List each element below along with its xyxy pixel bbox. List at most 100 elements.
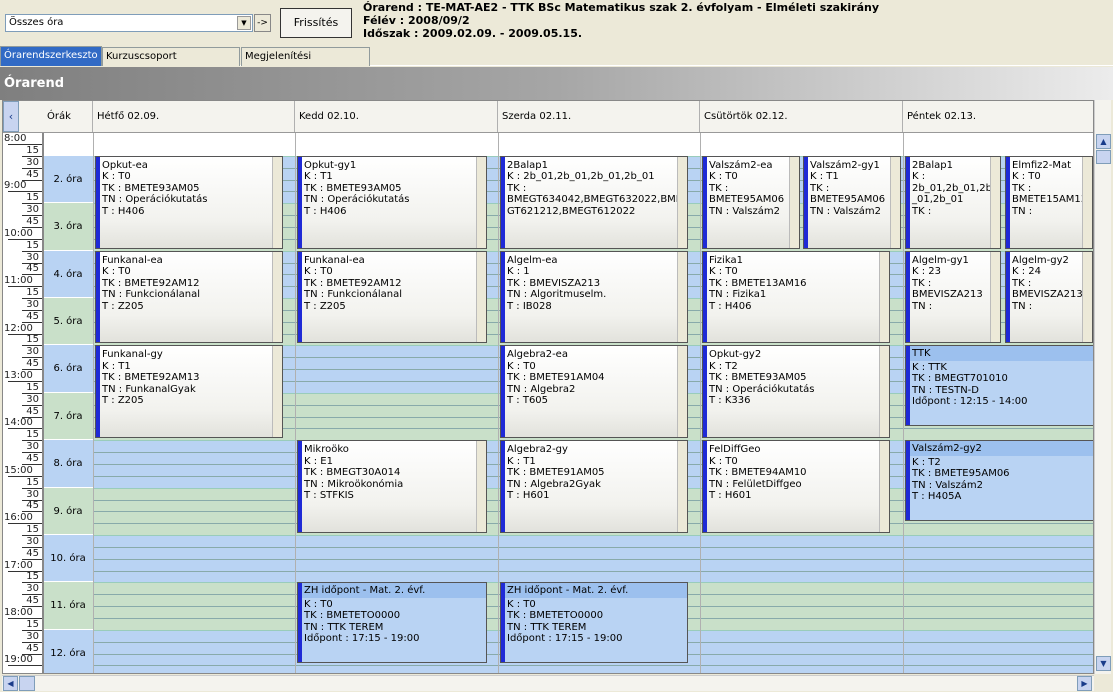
event-block[interactable]: Algelm-gy2 K : 24 TK : BMEVISZA213 TN : [1005, 250, 1093, 344]
section-title: Órarend [0, 67, 1113, 100]
time-label: 9:00 [4, 180, 27, 192]
event-detail: T : Z205 [304, 300, 346, 312]
event-scrollbar[interactable] [476, 156, 486, 248]
time-label: 45 [26, 500, 39, 512]
event-block[interactable]: Valszám2-ea K : T0 TK : BMETE95AM06 TN : Val… [702, 155, 800, 249]
event-detail: BMEVISZA213 [912, 289, 983, 301]
event-scrollbar[interactable] [677, 346, 687, 438]
event-block[interactable]: Algebra2-gy K : T1 TK : BMETE91AM05 TN : Al… [500, 440, 688, 534]
event-title: Valszám2-ea [709, 159, 773, 171]
timetable-grid: ‹ Órák Hétfő 02.09. Kedd 02.10. Szerda 02.11… [2, 100, 1094, 674]
event-block[interactable]: FelDiffGeo K : T0 TK : BMETE94AM10 TN : Fel… [702, 440, 890, 534]
time-label: 17:00 [4, 559, 33, 571]
event-block[interactable]: TTK K : TTK TK : BMEGT701010 TN : TESTN-D Id… [905, 345, 1093, 427]
event-block[interactable]: Algelm-gy1 K : 23 TK : BMEVISZA213 TN : [905, 250, 1001, 344]
event-scrollbar[interactable] [879, 441, 889, 533]
event-detail: TK : BMETE92AM13 [102, 372, 200, 384]
go-button[interactable]: -> [254, 14, 271, 32]
event-detail: T : Z205 [102, 395, 144, 407]
event-scrollbar[interactable] [476, 251, 486, 343]
chevron-left-icon[interactable]: ‹ [3, 101, 19, 132]
event-block[interactable]: Valszám2-gy1 K : T1 TK : BMETE95AM06 TN : Va… [803, 155, 901, 249]
event-scrollbar[interactable] [677, 156, 687, 248]
event-scrollbar[interactable] [990, 251, 1000, 343]
tab-display-settings[interactable]: Megjelenítési beállítások [241, 47, 370, 79]
event-detail: T : STFKIS [304, 490, 354, 502]
event-scrollbar[interactable] [476, 441, 486, 533]
event-title: Algelm-gy1 [912, 254, 969, 266]
event-block[interactable]: Funkanal-gy K : T1 TK : BMETE92AM13 TN : Fu… [95, 345, 283, 439]
scroll-up-icon[interactable]: ▲ [1096, 134, 1111, 149]
time-label: 45 [26, 547, 39, 559]
time-label: 30 [26, 583, 39, 595]
app-window: Összes óra ▼ -> Frissítés Órarend : TE-M… [0, 0, 1113, 692]
event-scrollbar[interactable] [677, 251, 687, 343]
event-block[interactable]: Funkanal-ea K : T0 TK : BMETE92AM12 TN : Fu… [297, 250, 487, 344]
time-label: 16:00 [4, 512, 33, 524]
event-scrollbar[interactable] [1082, 156, 1092, 248]
event-detail: TK : [810, 182, 830, 194]
event-detail: K : T2 [912, 456, 941, 468]
vertical-scrollbar[interactable]: ▲ ▼ [1094, 100, 1111, 674]
event-block[interactable]: Elmfiz2-Mat K : T0 TK : BMETE15AM13 TN : [1005, 155, 1093, 249]
event-detail: TN : Fizika1 [709, 289, 767, 301]
event-scrollbar[interactable] [272, 156, 282, 248]
event-detail: K : T1 [810, 171, 839, 183]
event-block[interactable]: Opkut-ea K : T0 TK : BMETE93AM05 TN : Operá… [95, 155, 283, 249]
event-scrollbar[interactable] [272, 346, 282, 438]
event-block[interactable]: Fizika1 K : T0 TK : BMETE13AM16 TN : Fizika… [702, 250, 890, 344]
event-scrollbar[interactable] [890, 156, 900, 248]
event-detail: TK : [912, 277, 932, 289]
event-block[interactable]: Opkut-gy1 K : T1 TK : BMETE93AM05 TN : Oper… [297, 155, 487, 249]
scroll-down-icon[interactable]: ▼ [1096, 656, 1111, 671]
event-scrollbar[interactable] [789, 156, 799, 248]
event-scrollbar[interactable] [879, 346, 889, 438]
schedule-info-period: Időszak : 2009.02.09. - 2009.05.15. [363, 27, 583, 40]
event-detail: TN : TTK TEREM [507, 621, 587, 633]
tab-timetable-editor[interactable]: Órarendszerkeszto [0, 46, 102, 66]
event-block[interactable]: ZH időpont - Mat. 2. évf. K : T0 TK : BMET… [500, 582, 688, 664]
event-detail: TK : BMETETO0000 [304, 610, 401, 622]
event-block[interactable]: Valszám2-gy2 K : T2 TK : BMETE95AM06 TN : V… [905, 440, 1093, 522]
event-scrollbar[interactable] [990, 156, 1000, 248]
event-title: Valszám2-gy2 [906, 441, 1093, 456]
time-label: 15 [26, 381, 39, 393]
event-block[interactable]: Algebra2-ea K : T0 TK : BMETE91AM04 TN : Al… [500, 345, 688, 439]
event-title: Opkut-gy1 [304, 159, 357, 171]
event-detail: K : T0 [102, 266, 131, 278]
tab-course-group-preferences[interactable]: Kurzuscsoport preferenciák [102, 47, 240, 79]
day-header-friday: Péntek 02.13. [903, 101, 1093, 132]
event-title: Valszám2-gy1 [810, 159, 880, 171]
chevron-down-icon[interactable]: ▼ [237, 16, 251, 30]
hscroll-thumb[interactable] [19, 676, 35, 691]
period-select[interactable]: Összes óra ▼ [5, 14, 253, 32]
time-label: 30 [26, 156, 39, 168]
event-scrollbar[interactable] [272, 251, 282, 343]
scroll-thumb[interactable] [1096, 150, 1111, 164]
event-block[interactable]: Opkut-gy2 K : T2 TK : BMETE93AM05 TN : Oper… [702, 345, 890, 439]
scroll-left-icon[interactable]: ◀ [3, 676, 18, 691]
event-title: ZH időpont - Mat. 2. évf. [298, 583, 486, 598]
schedule-info-title: Órarend : TE-MAT-AE2 - TTK BSc Matematik… [363, 1, 879, 14]
event-block[interactable]: Funkanal-ea K : T0 TK : BMETE92AM12 TN : Fu… [95, 250, 283, 344]
event-scrollbar[interactable] [677, 441, 687, 533]
event-title: Algelm-ea [507, 254, 558, 266]
time-label: 15 [26, 334, 39, 346]
event-block[interactable]: ZH időpont - Mat. 2. évf. K : T0 TK : BMET… [297, 582, 487, 664]
event-block[interactable]: Mikroöko K : E1 TK : BMEGT30A014 TN : Mikro… [297, 440, 487, 534]
day-header-thursday: Csütörtök 02.12. [700, 101, 903, 132]
event-block[interactable]: 2Balap1 K :2b_01,2b_01,2b _01,2b_01 TK : [905, 155, 1001, 249]
event-block[interactable]: Algelm-ea K : 1 TK : BMEVISZA213 TN : Algor… [500, 250, 688, 344]
event-block[interactable]: 2Balap1 K : 2b_01,2b_01,2b_01,2b_01 TK : BM… [500, 155, 688, 249]
refresh-button[interactable]: Frissítés [280, 8, 352, 38]
event-scrollbar[interactable] [879, 251, 889, 343]
scroll-right-icon[interactable]: ▶ [1077, 676, 1092, 691]
horizontal-scrollbar[interactable]: ◀ ▶ [2, 675, 1094, 691]
event-detail: K : 24 [1012, 266, 1042, 278]
event-detail: K : T0 [1012, 171, 1041, 183]
event-detail: BMETE15AM13 [1012, 194, 1088, 206]
event-scrollbar[interactable] [1082, 251, 1092, 343]
event-detail: K : 23 [912, 266, 942, 278]
event-detail: TN : FelületDiffgeo [709, 478, 802, 490]
event-detail: TN : Algoritmuselm. [507, 289, 607, 301]
